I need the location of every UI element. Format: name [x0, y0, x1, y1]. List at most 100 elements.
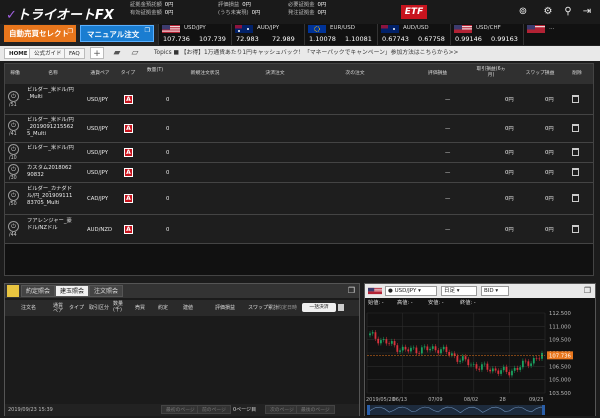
- rate-extra[interactable]: …: [523, 24, 600, 45]
- last-page-button[interactable]: 最後のページ: [296, 405, 335, 414]
- rate-bid[interactable]: 107.736: [163, 35, 190, 43]
- table-row[interactable]: ⏻/41 ビルダー_米ドル/円_20190912155625_Multi USD/J…: [5, 115, 593, 143]
- power-icon[interactable]: ⏻: [8, 120, 19, 131]
- candle-body: [377, 338, 380, 344]
- link-icon[interactable]: ⚲: [561, 5, 575, 19]
- bth-name: 注文名: [21, 305, 37, 311]
- power-icon[interactable]: ⏻: [8, 144, 19, 155]
- candle-body: [456, 355, 459, 362]
- candle-body: [399, 350, 401, 352]
- auto-select-button[interactable]: 自動売買セレクト ❐: [4, 25, 76, 42]
- table-row[interactable]: ⏻/51 ビルダー_米ドル/円_Multi USD/JPY A 0 — 0円 0円: [5, 84, 593, 115]
- binoculars-icon[interactable]: ⊚: [516, 5, 530, 19]
- row-swap: 0円: [545, 126, 554, 132]
- effective-margin-label: 有効証拠金額: [130, 9, 162, 16]
- first-page-button[interactable]: 最初のページ: [161, 405, 200, 414]
- gear-icon[interactable]: ⚙: [541, 5, 555, 19]
- settings-icon[interactable]: [338, 304, 344, 311]
- add-icon[interactable]: +: [90, 47, 104, 59]
- bth-exec: 約定: [158, 305, 169, 311]
- candle-body: [385, 339, 388, 344]
- rate-audusd[interactable]: AUD/USD 0.67743 0.67758: [377, 24, 450, 45]
- candle-body: [445, 346, 448, 352]
- chart-period-value: 日足: [444, 288, 456, 294]
- required-margin-value: 0円: [317, 2, 327, 8]
- folder-open-icon[interactable]: ▱: [128, 47, 142, 59]
- trash-icon[interactable]: [572, 168, 579, 176]
- trash-icon[interactable]: [572, 194, 579, 202]
- candle-body: [404, 346, 407, 350]
- table-row[interactable]: ⏻/10 ビルダー_米ドル/円 USD/JPY A 0 — 0円 0円: [5, 143, 593, 163]
- rate-bar: 自動売買セレクト ❐ マニュアル注文 ❐ USD/JPY 107.736 107.7…: [0, 24, 600, 46]
- rate-ask[interactable]: 72.989: [272, 35, 295, 43]
- row-name[interactable]: ビルダー_米ドル/円_20190912155625_Multi: [27, 117, 75, 138]
- trash-icon[interactable]: [572, 148, 579, 156]
- row-name[interactable]: ビルダー_米ドル/円: [27, 145, 75, 152]
- logout-icon[interactable]: ⇥: [580, 5, 594, 19]
- row-name[interactable]: ビルダー_カナダドル/円_20190911183705_Multi: [27, 186, 75, 207]
- rate-bid[interactable]: 0.67743: [382, 35, 409, 43]
- rate-bid[interactable]: 0.99146: [455, 35, 482, 43]
- candle-body: [418, 353, 421, 354]
- chart-pair-select[interactable]: ● USD/JPY ▾: [385, 286, 437, 296]
- power-icon[interactable]: ⏻: [8, 91, 19, 102]
- navigator-handle-right: [542, 405, 545, 415]
- popout-icon[interactable]: ❐: [584, 286, 591, 295]
- table-row[interactable]: ⏻/44 フアレンジャー_豪ドル/NZドル AUD/NZD A 0 — 0円 0円: [5, 215, 593, 244]
- trash-icon[interactable]: [572, 225, 579, 233]
- rate-ask[interactable]: 0.99163: [491, 35, 518, 43]
- candle-body: [475, 364, 478, 369]
- footer-datetime: 2019/09/23 15:39: [8, 407, 53, 413]
- row-name[interactable]: フアレンジャー_豪ドル/NZドル: [27, 218, 75, 232]
- candle-body: [388, 343, 391, 345]
- manual-order-button[interactable]: マニュアル注文 ❐: [80, 25, 154, 42]
- rate-ask[interactable]: 1.10081: [345, 35, 372, 43]
- rate-ask[interactable]: 107.739: [199, 35, 226, 43]
- rate-bid[interactable]: 72.983: [236, 35, 259, 43]
- news-ticker[interactable]: Topics ■ 【お得】1万通貨あたり1円キャッシュバック！「マネーパックでキ…: [154, 48, 458, 59]
- app-header: ✓トライオートFX 証拠金預託額 0円 有効証拠金額 0円 評価損益 0円 (うち未実…: [0, 0, 600, 24]
- row-eval-pl: —: [445, 196, 451, 202]
- tab-executions[interactable]: 約定照会: [21, 285, 56, 297]
- rate-usdjpy[interactable]: USD/JPY 107.736 107.739: [158, 24, 231, 45]
- th-name: 名称: [48, 71, 58, 76]
- folder-icon[interactable]: ▰: [110, 47, 124, 59]
- rate-pair: …: [549, 25, 555, 31]
- trash-icon[interactable]: [572, 124, 579, 132]
- row-swap: 0円: [545, 196, 554, 202]
- table-row[interactable]: ⏻/30 カスタム201806290832 USD/JPY A 0 — 0円 0円: [5, 163, 593, 183]
- candle-body: [437, 350, 440, 354]
- candle-body: [500, 370, 502, 374]
- tab-positions[interactable]: 建玉照会: [55, 285, 90, 297]
- candle-body: [374, 332, 377, 339]
- rate-eurusd[interactable]: EUR/USD 1.10078 1.10081: [304, 24, 377, 45]
- power-icon[interactable]: ⏻: [8, 164, 19, 175]
- next-page-button[interactable]: 次のページ: [265, 405, 299, 414]
- power-icon[interactable]: ⏻: [8, 190, 19, 201]
- pl-label: 評価損益: [218, 2, 240, 8]
- collapse-icon[interactable]: [7, 285, 19, 297]
- chart-period-select[interactable]: 日足 ▾: [441, 286, 477, 296]
- price-chart[interactable]: 112.500111.000109.500108.000106.500105.0…: [365, 310, 595, 416]
- chart-side-select[interactable]: BID ▾: [481, 286, 509, 296]
- rate-bid[interactable]: 1.10078: [309, 35, 336, 43]
- table-row[interactable]: ⏻/50 ビルダー_カナダドル/円_20190911183705_Multi CAD…: [5, 183, 593, 215]
- rate-audjpy[interactable]: AUD/JPY 72.983 72.989: [231, 24, 304, 45]
- row-name[interactable]: ビルダー_米ドル/円_Multi: [27, 87, 75, 101]
- prev-page-button[interactable]: 前のページ: [197, 405, 231, 414]
- rate-ask[interactable]: 0.67758: [418, 35, 445, 43]
- tab-guide[interactable]: 公式ガイド: [29, 48, 67, 59]
- candle-body: [423, 346, 426, 348]
- etf-button[interactable]: ETF: [401, 5, 427, 19]
- th-settle-order: 決済注文: [265, 71, 285, 76]
- tab-faq[interactable]: FAQ: [64, 48, 85, 59]
- us-flag-icon: [527, 25, 545, 33]
- rate-usdchf[interactable]: USD/CHF 0.99146 0.99163: [450, 24, 523, 45]
- popout-icon[interactable]: ❐: [348, 286, 355, 295]
- all-settle-button[interactable]: 一括決済: [302, 303, 336, 312]
- trash-icon[interactable]: [572, 95, 579, 103]
- tab-orders[interactable]: 注文照会: [89, 285, 124, 297]
- candle-body: [470, 364, 472, 366]
- power-icon[interactable]: ⏻: [8, 221, 19, 232]
- row-name[interactable]: カスタム201806290832: [27, 165, 75, 179]
